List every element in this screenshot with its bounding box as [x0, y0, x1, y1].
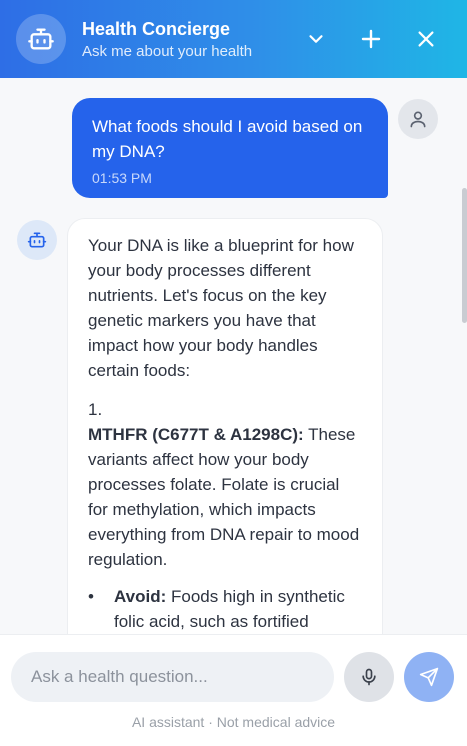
- user-message-text: What foods should I avoid based on my DN…: [92, 117, 363, 161]
- robot-icon: [16, 14, 66, 64]
- send-button[interactable]: [404, 652, 454, 702]
- chat-header: Health Concierge Ask me about your healt…: [0, 0, 467, 78]
- list-item-number: 1.: [88, 400, 103, 419]
- bullet-label: Avoid:: [114, 587, 167, 606]
- close-icon: [418, 31, 434, 47]
- assistant-avatar: [17, 220, 57, 260]
- composer: AI assistant · Not medical advice: [0, 634, 467, 746]
- user-icon: [410, 111, 426, 128]
- list-item-text: These variants affect how your body proc…: [88, 425, 360, 569]
- assistant-message: Your DNA is like a blueprint for how you…: [67, 218, 383, 634]
- header-text: Health Concierge Ask me about your healt…: [82, 18, 252, 62]
- header-title: Health Concierge: [82, 19, 231, 39]
- chat-messages[interactable]: What foods should I avoid based on my DN…: [0, 78, 467, 634]
- chat-scrollbar[interactable]: [462, 188, 467, 323]
- bullet-dot: •: [88, 587, 94, 606]
- assistant-bullet: • Avoid: Foods high in synthetic folic a…: [88, 584, 362, 634]
- disclaimer: AI assistant · Not medical advice: [131, 714, 336, 730]
- user-message-time: 01:53 PM: [92, 170, 152, 186]
- collapse-button[interactable]: [301, 24, 331, 54]
- header-subtitle: Ask me about your health: [82, 43, 253, 60]
- user-message: What foods should I avoid based on my DN…: [72, 98, 388, 198]
- list-item-title: MTHFR (C677T & A1298C):: [88, 425, 304, 444]
- assistant-list-item: 1. MTHFR (C677T & A1298C): These variant…: [88, 397, 362, 572]
- chevron-down-icon: [309, 35, 323, 43]
- robot-icon: [27, 232, 47, 248]
- microphone-icon: [362, 668, 376, 686]
- new-chat-button[interactable]: [356, 24, 386, 54]
- microphone-button[interactable]: [344, 652, 394, 702]
- user-avatar: [398, 99, 438, 139]
- plus-icon: [361, 29, 381, 49]
- close-button[interactable]: [411, 24, 441, 54]
- question-input[interactable]: [11, 652, 334, 702]
- assistant-intro: Your DNA is like a blueprint for how you…: [88, 236, 354, 380]
- send-icon: [419, 667, 439, 687]
